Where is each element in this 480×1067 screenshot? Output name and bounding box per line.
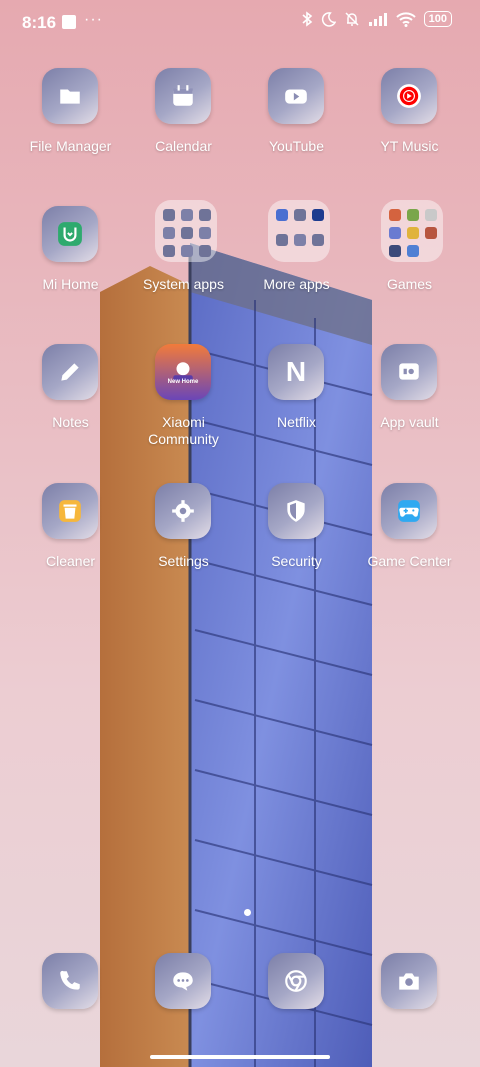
- app-xiaomi-community[interactable]: New Home Xiaomi Community: [127, 344, 240, 452]
- app-game-center[interactable]: Game Center: [353, 483, 466, 591]
- messages-icon: [155, 953, 211, 1009]
- app-label: App vault: [380, 414, 439, 430]
- battery-indicator: 100: [423, 11, 452, 27]
- app-label: YouTube: [268, 138, 324, 154]
- gear-icon: [155, 483, 211, 539]
- xiaomi-community-icon: New Home: [155, 344, 211, 400]
- folder-icon: [42, 68, 98, 124]
- chrome-icon: [268, 953, 324, 1009]
- app-yt-music[interactable]: YT Music: [353, 68, 466, 176]
- page-indicator[interactable]: [244, 909, 251, 916]
- app-netflix[interactable]: N Netflix: [240, 344, 353, 452]
- app-app-vault[interactable]: App vault: [353, 344, 466, 452]
- notification-icon: [62, 15, 76, 29]
- app-settings[interactable]: Settings: [127, 483, 240, 591]
- app-cleaner[interactable]: Cleaner: [14, 483, 127, 591]
- more-notifications-icon: ···: [84, 11, 103, 28]
- app-mi-home[interactable]: Mi Home: [14, 206, 127, 314]
- folder-more-apps[interactable]: More apps: [240, 200, 353, 308]
- camera-icon: [381, 953, 437, 1009]
- status-time: 8:16: [22, 13, 57, 32]
- bluetooth-icon: [302, 11, 312, 27]
- app-label: Game Center: [367, 553, 452, 569]
- mi-home-icon: [42, 206, 98, 262]
- app-label: More apps: [263, 276, 330, 292]
- app-calendar[interactable]: Calendar: [127, 68, 240, 176]
- yt-music-icon: [381, 68, 437, 124]
- app-label: Cleaner: [45, 553, 96, 569]
- app-label: Netflix: [277, 414, 316, 430]
- app-label: Notes: [52, 414, 89, 430]
- trash-icon: [42, 483, 98, 539]
- dock-phone[interactable]: [14, 953, 127, 1061]
- folder-icon: [268, 200, 330, 262]
- app-label: Calendar: [155, 138, 212, 154]
- netflix-logo-text: N: [285, 356, 307, 387]
- app-label: Xiaomi Community: [148, 414, 219, 447]
- netflix-icon: N: [268, 344, 324, 400]
- folder-system-apps[interactable]: System apps: [127, 200, 240, 308]
- calendar-icon: [155, 68, 211, 124]
- folder-icon: [155, 200, 217, 262]
- app-vault-icon: [381, 344, 437, 400]
- signal-icon: [368, 13, 387, 26]
- app-label: System apps: [143, 276, 224, 292]
- dock-chrome[interactable]: [240, 953, 353, 1061]
- dock-messages[interactable]: [127, 953, 240, 1061]
- phone-icon: [42, 953, 98, 1009]
- app-security[interactable]: Security: [240, 483, 353, 591]
- app-file-manager[interactable]: File Manager: [14, 68, 127, 176]
- pencil-icon: [42, 344, 98, 400]
- youtube-icon: [268, 68, 324, 124]
- bell-off-icon: [345, 12, 359, 26]
- app-label: Security: [271, 553, 322, 569]
- app-label: File Manager: [29, 138, 112, 154]
- home-gesture-bar[interactable]: [150, 1055, 330, 1059]
- dock-camera[interactable]: [353, 953, 466, 1061]
- app-label: Games: [386, 276, 433, 292]
- folder-icon: [381, 200, 443, 262]
- status-bar: 8:16 ··· 100: [0, 0, 480, 46]
- app-label: Settings: [158, 553, 209, 569]
- app-youtube[interactable]: YouTube: [240, 68, 353, 176]
- wifi-icon: [395, 11, 416, 27]
- app-label: YT Music: [380, 138, 439, 154]
- app-notes[interactable]: Notes: [14, 344, 127, 452]
- app-label: Mi Home: [42, 276, 99, 292]
- folder-games[interactable]: Games: [353, 200, 466, 308]
- shield-icon: [268, 483, 324, 539]
- gamepad-icon: [381, 483, 437, 539]
- xiaomi-community-icon-text: New Home: [167, 379, 199, 385]
- moon-icon: [321, 11, 336, 27]
